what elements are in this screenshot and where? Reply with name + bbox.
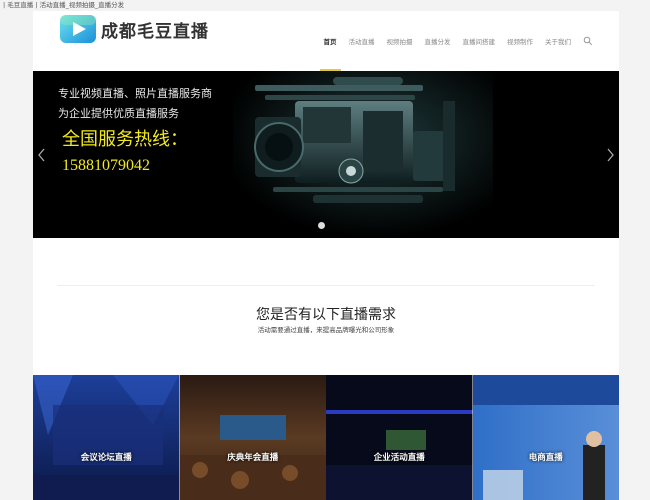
nav-item-video-production[interactable]: 视频制作 <box>507 36 533 46</box>
search-icon[interactable] <box>583 36 593 46</box>
celebration-image <box>179 375 326 500</box>
conference-image <box>33 375 180 500</box>
chevron-left-icon[interactable] <box>35 145 49 165</box>
slide-hotline-label: 全国服务热线： <box>62 129 188 150</box>
chevron-right-icon[interactable] <box>603 145 617 165</box>
tile-corporate-event-live[interactable]: 企业活动直播 <box>326 375 473 500</box>
tile-conference-live[interactable]: 会议论坛直播 <box>33 375 180 500</box>
nav-item-home[interactable]: 首页 <box>319 36 341 71</box>
nav-item-video-shooting[interactable]: 视频拍摄 <box>387 36 413 46</box>
needs-subtitle: 活动需要通过直播，来提高品牌曝光和公司形象 <box>257 326 395 334</box>
nav-item-about[interactable]: 关于我们 <box>545 36 571 46</box>
tile-label: 企业活动直播 <box>373 453 425 463</box>
nav-item-event-live[interactable]: 活动直播 <box>349 36 375 46</box>
slide-phone-number: 15881079042 <box>62 157 150 174</box>
tile-label: 电商直播 <box>528 453 563 463</box>
play-icon <box>60 15 96 43</box>
page-title-text: | 毛豆直播 | 活动直播_视频拍摄_直播分发 <box>3 1 125 9</box>
service-tiles: 会议论坛直播 庆典年会直播 企业活动直播 电商直播 <box>33 375 619 500</box>
main-nav: 首页 活动直播 视频拍摄 直播分发 直播间搭建 视频制作 关于我们 <box>312 36 594 71</box>
tile-celebration-live[interactable]: 庆典年会直播 <box>179 375 326 500</box>
needs-title: 您是否有以下直播需求 <box>256 307 396 323</box>
site-header: 成都毛豆直播 首页 活动直播 视频拍摄 直播分发 直播间搭建 视频制作 关于我们 <box>33 11 619 71</box>
slide-text-line2: 为企业提供优质直播服务 <box>58 107 179 120</box>
tile-ecommerce-live[interactable]: 电商直播 <box>472 375 619 500</box>
slider-dot[interactable] <box>318 222 325 229</box>
ecommerce-image <box>472 375 619 500</box>
logo[interactable]: 成都毛豆直播 <box>59 14 209 44</box>
tile-label: 会议论坛直播 <box>80 453 132 463</box>
section-divider <box>57 285 595 286</box>
logo-text: 成都毛豆直播 <box>101 21 209 42</box>
nav-item-live-distribution[interactable]: 直播分发 <box>425 36 451 46</box>
slide-text-line1: 专业视频直播、照片直播服务商 <box>58 87 212 100</box>
nav-item-studio-setup[interactable]: 直播间搭建 <box>463 36 496 46</box>
hero-slider: 专业视频直播、照片直播服务商 为企业提供优质直播服务 全国服务热线： 15881… <box>33 71 619 238</box>
site-container: 成都毛豆直播 首页 活动直播 视频拍摄 直播分发 直播间搭建 视频制作 关于我们 <box>33 11 619 500</box>
corporate-event-image <box>326 375 473 500</box>
tile-label: 庆典年会直播 <box>227 453 279 463</box>
